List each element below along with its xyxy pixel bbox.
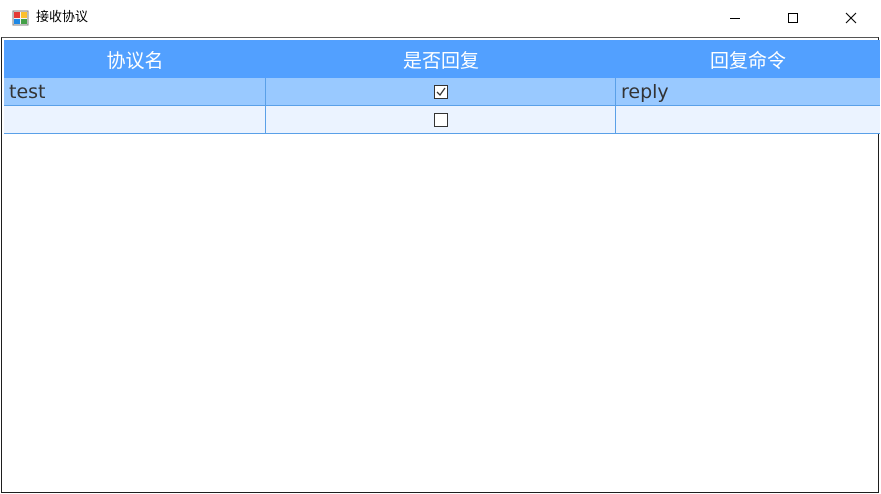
- reply-checkbox-unchecked[interactable]: [433, 112, 448, 127]
- reply-command-cell[interactable]: [616, 106, 880, 134]
- grid-header: 协议名 是否回复 回复命令: [4, 40, 880, 78]
- close-icon: [845, 12, 857, 24]
- title-bar[interactable]: 接收协议: [0, 0, 881, 36]
- protocol-grid[interactable]: 协议名 是否回复 回复命令 test reply: [4, 40, 880, 134]
- minimize-button[interactable]: [706, 0, 764, 36]
- app-window-icon: [12, 10, 29, 26]
- reply-checkbox-checked[interactable]: [433, 84, 448, 99]
- receive-protocol-window: 接收协议 协议名 是否回复 回复命令 test reply: [0, 0, 881, 494]
- table-row-new[interactable]: [4, 106, 880, 134]
- protocol-name-cell[interactable]: test: [4, 78, 266, 106]
- window-title: 接收协议: [36, 10, 89, 25]
- client-area: 协议名 是否回复 回复命令 test reply: [1, 37, 880, 493]
- maximize-button[interactable]: [764, 0, 822, 36]
- column-header-reply-enabled[interactable]: 是否回复: [266, 40, 616, 78]
- protocol-name-cell[interactable]: [4, 106, 266, 134]
- maximize-icon: [788, 13, 798, 23]
- table-row[interactable]: test reply: [4, 78, 880, 106]
- column-header-reply-command[interactable]: 回复命令: [616, 40, 880, 78]
- close-button[interactable]: [822, 0, 880, 36]
- column-header-protocol-name[interactable]: 协议名: [4, 40, 266, 78]
- minimize-icon: [730, 18, 740, 19]
- checkmark-icon: [436, 87, 446, 96]
- reply-enabled-cell[interactable]: [266, 78, 616, 106]
- reply-command-cell[interactable]: reply: [616, 78, 880, 106]
- reply-enabled-cell[interactable]: [266, 106, 616, 134]
